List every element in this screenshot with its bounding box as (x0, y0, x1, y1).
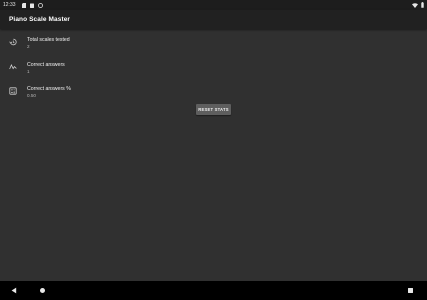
home-icon[interactable] (40, 288, 45, 293)
notification-icons (21, 2, 43, 8)
sim-card-icon (21, 2, 26, 8)
stat-label: Total scales tested (27, 37, 70, 43)
stat-value: 2 (27, 44, 30, 49)
history-icon (9, 38, 17, 46)
app-title: Piano Scale Master (9, 16, 71, 23)
back-icon[interactable] (11, 287, 17, 294)
system-status-icons (412, 2, 424, 8)
stat-row-total-scales: Total scales tested 2 (0, 33, 427, 55)
reset-stats-button[interactable]: RESET STATS (196, 104, 231, 115)
stat-value: 1 (27, 69, 30, 74)
trending-icon (9, 64, 17, 70)
stat-value: 0.50 (27, 93, 36, 98)
stat-label: Correct answers % (27, 86, 71, 92)
storage-icon (29, 3, 34, 8)
status-bar: 12:33 (0, 0, 427, 10)
stat-row-correct-answers: Correct answers 1 (0, 58, 427, 80)
battery-icon (421, 2, 424, 8)
stat-label: Correct answers (27, 62, 65, 68)
navigation-bar (0, 281, 427, 300)
recents-icon[interactable] (408, 288, 413, 293)
status-time: 12:33 (3, 2, 16, 8)
sync-icon (37, 2, 43, 8)
stat-row-correct-percent: Correct answers % 0.50 (0, 82, 427, 104)
wifi-icon (412, 2, 418, 8)
app-bar: Piano Scale Master (0, 10, 427, 29)
percent-icon (9, 87, 17, 95)
